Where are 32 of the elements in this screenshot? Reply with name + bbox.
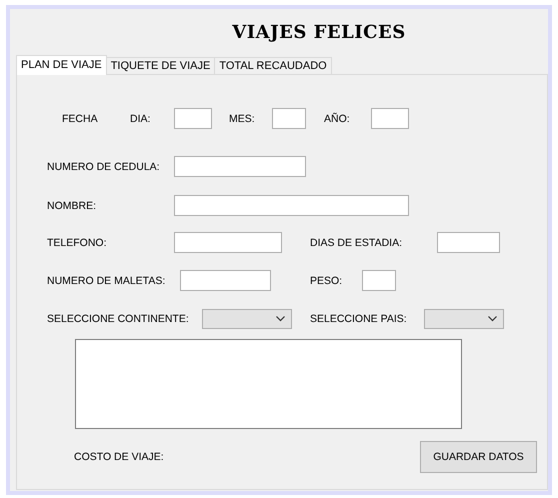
- field-label: AÑO:: [324, 112, 351, 124]
- field-label: NUMERO DE MALETAS:: [47, 274, 166, 286]
- input-field[interactable]: [362, 270, 396, 291]
- dropdown-label: SELECCIONE CONTINENTE:: [47, 312, 190, 324]
- field-label: DIA:: [130, 112, 152, 124]
- input-field[interactable]: [272, 108, 306, 129]
- input-field[interactable]: [437, 232, 500, 253]
- chevron-down-icon: [488, 316, 497, 322]
- input-field[interactable]: [174, 195, 409, 216]
- dropdown-label: SELECCIONE PAIS:: [310, 312, 408, 324]
- field-label: NOMBRE:: [47, 200, 98, 212]
- dropdown[interactable]: [202, 308, 292, 328]
- field-label: DIAS DE ESTADIA:: [310, 236, 403, 248]
- dropdown[interactable]: [424, 308, 504, 328]
- tab[interactable]: TOTAL RECAUDADO: [214, 57, 332, 74]
- field-label: TELEFONO:: [47, 236, 108, 248]
- input-field[interactable]: [371, 108, 409, 129]
- input-field[interactable]: [174, 156, 306, 177]
- tab[interactable]: TIQUETE DE VIAJE: [106, 57, 216, 74]
- field-label: MES:: [229, 112, 256, 124]
- cost-label: COSTO DE VIAJE:: [74, 451, 165, 463]
- input-field[interactable]: [180, 270, 271, 291]
- input-field[interactable]: [174, 108, 212, 129]
- text-area[interactable]: [75, 339, 462, 429]
- field-label: NUMERO DE CEDULA:: [47, 160, 161, 172]
- app-title: VIAJES FELICES: [231, 20, 407, 44]
- field-label: PESO:: [310, 274, 344, 286]
- input-field[interactable]: [174, 232, 282, 253]
- section-label: FECHA: [62, 112, 99, 124]
- tab[interactable]: PLAN DE VIAJE: [16, 55, 107, 75]
- save-button[interactable]: GUARDAR DATOS: [420, 441, 537, 473]
- chevron-down-icon: [276, 316, 285, 322]
